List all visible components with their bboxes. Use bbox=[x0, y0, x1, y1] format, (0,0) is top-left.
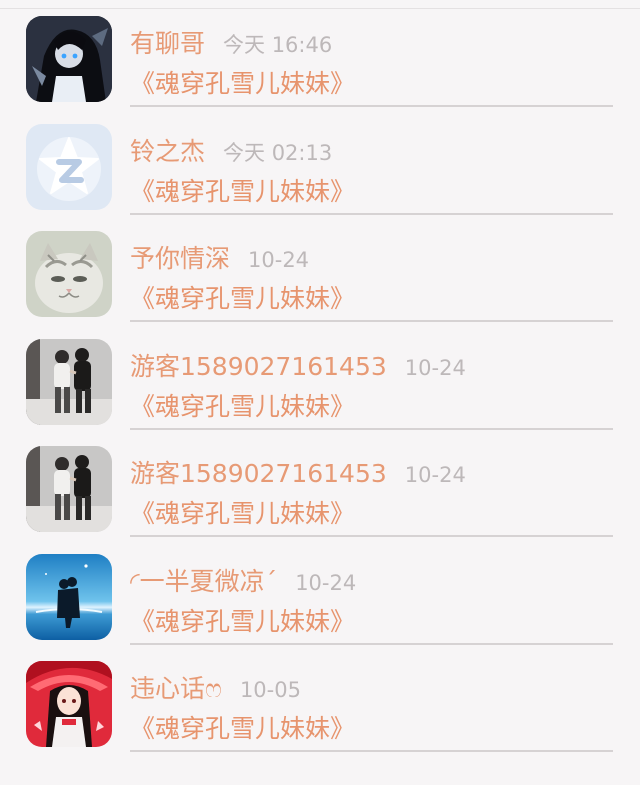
message-time: 今天 16:46 bbox=[223, 33, 333, 57]
anime-character-avatar-icon bbox=[26, 16, 112, 102]
contact-name-text: 有聊哥 bbox=[130, 29, 206, 58]
message-time: 10-24 bbox=[248, 248, 310, 272]
message-preview: 《魂穿孔雪儿妹妹》 bbox=[130, 176, 356, 206]
message-preview: 《魂穿孔雪儿妹妹》 bbox=[130, 69, 356, 98]
cat-avatar-icon bbox=[26, 231, 112, 317]
contact-name-text: ◜一半夏微凉ˊ bbox=[130, 566, 278, 596]
chat-list-item[interactable]: 予你情深 10-24 《魂穿孔雪儿妹妹》 bbox=[0, 215, 640, 323]
couple-photo-avatar-icon bbox=[26, 338, 112, 425]
avatar[interactable] bbox=[26, 553, 112, 640]
avatar[interactable] bbox=[26, 446, 112, 532]
contact-name: 游客1589027161453 10-24 bbox=[130, 347, 466, 383]
row-divider bbox=[130, 750, 613, 752]
chat-list-item[interactable]: ◜一半夏微凉ˊ 10-24 《魂穿孔雪儿妹妹》 bbox=[0, 538, 640, 646]
avatar[interactable] bbox=[26, 16, 112, 102]
contact-name: 违心话ෆ 10-05 bbox=[130, 669, 301, 705]
message-time: 10-24 bbox=[404, 355, 466, 380]
chat-list-item[interactable]: 违心话ෆ 10-05 《魂穿孔雪儿妹妹》 bbox=[0, 645, 640, 753]
contact-name: 铃之杰 今天 02:13 bbox=[130, 132, 332, 168]
message-time: 今天 02:13 bbox=[223, 140, 333, 165]
avatar[interactable] bbox=[26, 661, 112, 747]
chat-list-item[interactable]: 游客1589027161453 10-24 《魂穿孔雪儿妹妹》 bbox=[0, 430, 640, 538]
avatar[interactable] bbox=[26, 338, 112, 425]
contact-name: 有聊哥 今天 16:46 bbox=[130, 24, 332, 60]
anime-girl-avatar-icon bbox=[26, 661, 112, 747]
contact-name: 游客1589027161453 10-24 bbox=[130, 454, 466, 490]
avatar[interactable] bbox=[26, 231, 112, 317]
message-time: 10-24 bbox=[295, 570, 357, 595]
message-time: 10-24 bbox=[404, 463, 466, 487]
couple-sea-avatar-icon bbox=[26, 553, 112, 640]
couple-photo-avatar-icon bbox=[26, 446, 112, 532]
contact-name-text: 游客1589027161453 bbox=[130, 459, 387, 488]
message-preview: 《魂穿孔雪儿妹妹》 bbox=[130, 714, 356, 743]
chat-list-item[interactable]: 游客1589027161453 10-24 《魂穿孔雪儿妹妹》 bbox=[0, 323, 640, 431]
message-preview: 《魂穿孔雪儿妹妹》 bbox=[130, 284, 356, 313]
contact-name-text: 予你情深 bbox=[130, 244, 231, 273]
message-time: 10-05 bbox=[239, 678, 301, 702]
message-preview: 《魂穿孔雪儿妹妹》 bbox=[130, 606, 356, 636]
message-preview: 《魂穿孔雪儿妹妹》 bbox=[130, 391, 356, 421]
avatar[interactable] bbox=[26, 123, 112, 210]
chat-list-item[interactable]: 铃之杰 今天 02:13 《魂穿孔雪儿妹妹》 bbox=[0, 108, 640, 216]
chat-list-item[interactable]: 有聊哥 今天 16:46 《魂穿孔雪儿妹妹》 bbox=[0, 0, 640, 108]
contact-name-text: 铃之杰 bbox=[130, 136, 206, 166]
contact-name-text: 游客1589027161453 bbox=[130, 351, 387, 381]
chat-list: 有聊哥 今天 16:46 《魂穿孔雪儿妹妹》 铃之杰 今天 02:13 《魂穿孔雪儿… bbox=[0, 0, 640, 753]
contact-name: ◜一半夏微凉ˊ 10-24 bbox=[130, 562, 356, 598]
qq-default-avatar-icon bbox=[26, 123, 112, 210]
contact-name-text: 违心话ෆ bbox=[130, 674, 222, 703]
contact-name: 予你情深 10-24 bbox=[130, 239, 309, 275]
message-preview: 《魂穿孔雪儿妹妹》 bbox=[130, 499, 356, 528]
